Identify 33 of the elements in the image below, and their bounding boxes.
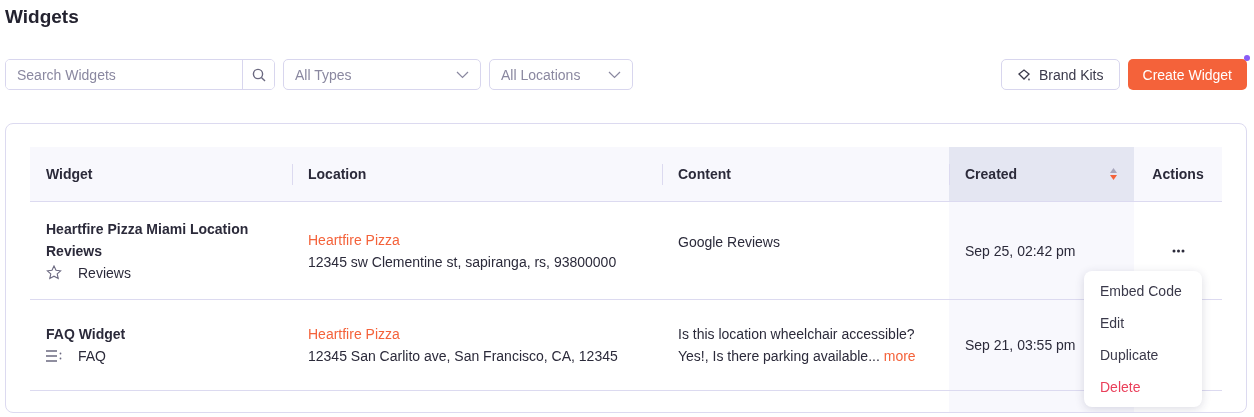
star-icon (46, 265, 62, 280)
paint-bucket-icon (1016, 67, 1031, 82)
search-field[interactable]: Search Widgets (5, 59, 275, 90)
location-name: Heartfire Pizza (308, 325, 401, 344)
column-header[interactable]: Content (662, 147, 949, 202)
location-name: Heartfire Pizza (308, 230, 401, 250)
column-header[interactable]: Actions (1134, 147, 1222, 202)
list-icon (46, 350, 62, 362)
menu-item[interactable]: Embed Code (1084, 275, 1202, 307)
sort-icon (1109, 167, 1118, 181)
chevron-down-icon (608, 70, 621, 79)
chevron-down-icon (456, 70, 469, 79)
menu-item[interactable]: Delete (1084, 371, 1202, 403)
page-title: Widgets (5, 5, 80, 29)
menu-item[interactable]: Duplicate (1084, 339, 1202, 371)
widget-name: FAQ Widget (46, 325, 127, 344)
location-address: 12345 sw Clementine st, sapiranga, rs, 93800000 (308, 252, 618, 272)
widget-type: Reviews (78, 263, 131, 283)
column-header[interactable]: Location (292, 147, 662, 202)
content-text: Google Reviews (678, 233, 781, 252)
content-text: Is this location wheelchair accessible? Yes!, Is there parking available... more (678, 325, 917, 366)
created-date: Sep 25, 02:42 pm (965, 241, 1077, 261)
type-select[interactable]: All Types (283, 59, 481, 90)
location-select[interactable]: All Locations (489, 59, 633, 90)
widget-type: FAQ (78, 347, 106, 366)
search-icon (251, 67, 266, 82)
menu-item[interactable]: Edit (1084, 307, 1202, 339)
search-button[interactable] (242, 60, 274, 89)
brand-kits-button[interactable]: Brand Kits (1000, 59, 1120, 90)
column-header[interactable]: Widget (30, 147, 292, 202)
column-header[interactable]: Created (949, 147, 1134, 202)
widget-name: Heartfire Pizza Miami Location Reviews (46, 219, 250, 261)
location-address: 12345 San Carlito ave, San Francisco, CA, 12345 (308, 347, 619, 366)
